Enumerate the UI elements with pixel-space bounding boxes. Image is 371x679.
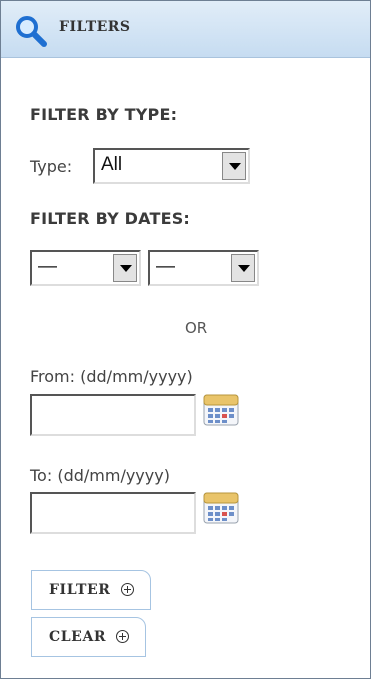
chevron-down-icon[interactable] — [231, 254, 255, 282]
plus-circle-icon — [116, 630, 130, 643]
to-date-input[interactable] — [30, 492, 196, 534]
from-date-label: From: (dd/mm/yyyy) — [30, 367, 193, 386]
or-label: OR — [185, 319, 208, 337]
filter-button[interactable]: FILTER — [31, 570, 151, 610]
type-select-value: All — [101, 154, 123, 175]
date-select-year-value: — — [156, 256, 175, 277]
clear-button-label: CLEAR — [49, 629, 107, 645]
type-label: Type: — [30, 157, 73, 176]
chevron-down-icon[interactable] — [222, 152, 246, 180]
magnifier-icon — [16, 16, 47, 47]
filter-button-label: FILTER — [49, 582, 111, 598]
date-select-month-value: — — [38, 256, 57, 277]
date-select-year[interactable]: — — [148, 250, 259, 286]
filters-panel: FILTERS FILTER BY TYPE: Type: All FILTER… — [0, 0, 371, 679]
clear-button[interactable]: CLEAR — [31, 617, 147, 657]
calendar-icon[interactable] — [202, 391, 240, 429]
filters-header: FILTERS — [1, 1, 370, 58]
calendar-icon[interactable] — [202, 489, 240, 527]
chevron-down-icon[interactable] — [113, 254, 137, 282]
filter-by-dates-heading: FILTER BY DATES: — [30, 209, 191, 228]
plus-circle-icon — [120, 583, 134, 596]
from-date-input[interactable] — [30, 394, 196, 436]
date-select-month[interactable]: — — [30, 250, 141, 286]
type-select[interactable]: All — [93, 148, 250, 184]
filters-title: FILTERS — [59, 19, 131, 35]
filter-by-type-heading: FILTER BY TYPE: — [30, 105, 178, 124]
to-date-label: To: (dd/mm/yyyy) — [30, 466, 170, 485]
